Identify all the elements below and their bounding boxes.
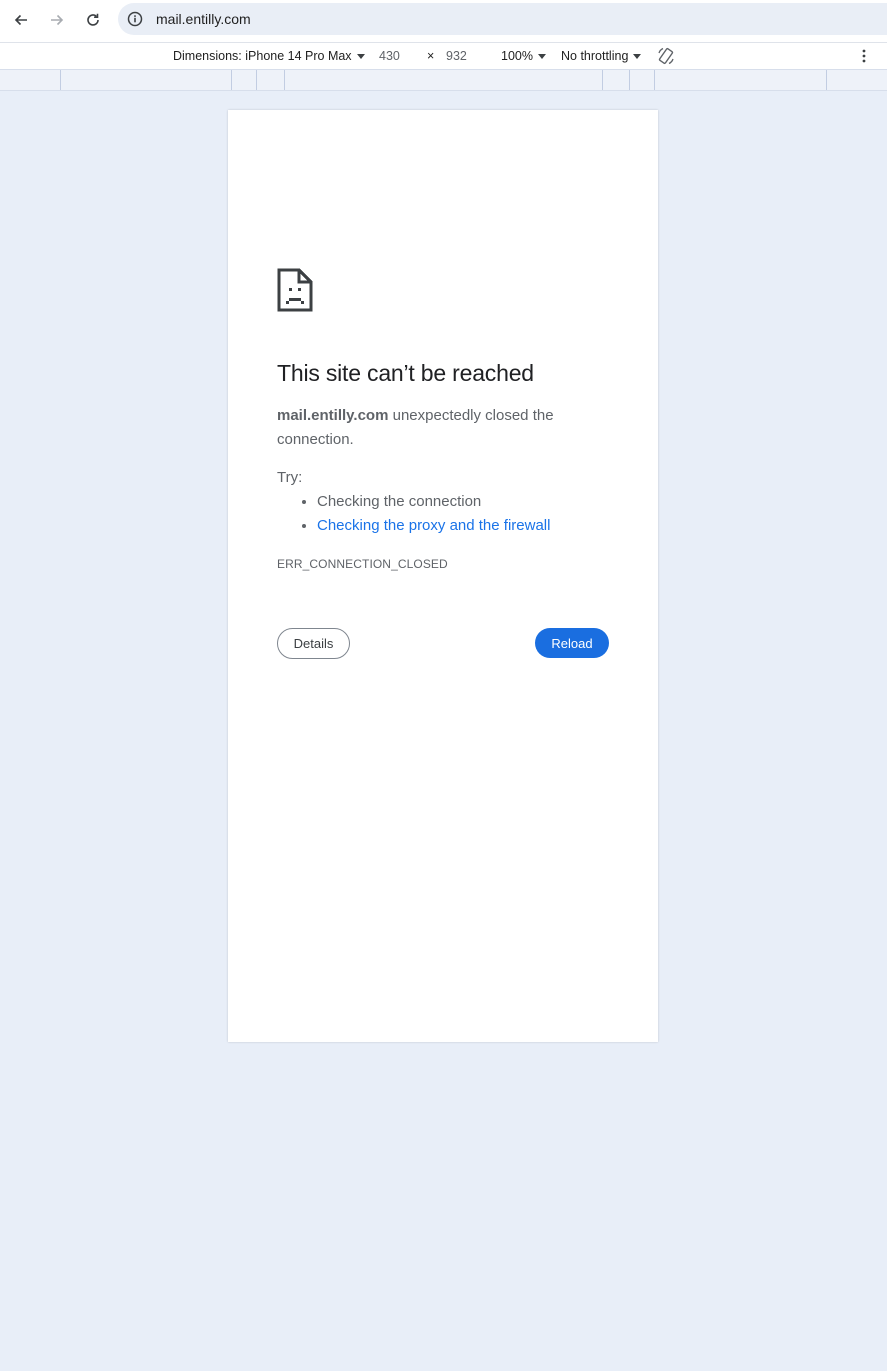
address-url[interactable]: mail.entilly.com: [156, 11, 251, 27]
sad-document-icon: [277, 268, 313, 312]
chevron-down-icon: [633, 54, 642, 60]
browser-toolbar: mail.entilly.com: [0, 0, 887, 43]
back-button[interactable]: [7, 7, 35, 33]
try-label: Try:: [277, 469, 303, 486]
ruler-tick: [231, 70, 232, 90]
device-viewport: This site can’t be reached mail.entilly.…: [228, 110, 658, 1042]
device-toolbar: Dimensions: iPhone 14 Pro Max 430 × 932 …: [0, 43, 887, 69]
chevron-down-icon: [537, 54, 546, 60]
ruler-tick: [284, 70, 285, 90]
chevron-down-icon: [356, 54, 365, 60]
back-arrow-icon: [14, 14, 27, 26]
error-host: mail.entilly.com: [277, 407, 389, 424]
ruler-tick: [629, 70, 630, 90]
suggestion-item: Checking the proxy and the firewall: [317, 514, 550, 538]
suggestion-list: Checking the connection Checking the pro…: [277, 490, 550, 538]
site-info-icon[interactable]: [126, 10, 144, 28]
ruler-tick: [256, 70, 257, 90]
ruler-tick: [60, 70, 61, 90]
address-bar[interactable]: mail.entilly.com: [118, 3, 887, 35]
ruler-tick: [602, 70, 603, 90]
width-input[interactable]: 430: [379, 49, 400, 63]
zoom-label: 100%: [501, 49, 533, 63]
device-select[interactable]: Dimensions: iPhone 14 Pro Max: [173, 49, 365, 63]
rotate-icon[interactable]: [656, 46, 676, 66]
suggestion-item: Checking the connection: [317, 490, 550, 514]
suggestion-proxy-firewall-link[interactable]: Checking the proxy and the firewall: [317, 517, 550, 534]
device-dimensions-label: Dimensions: iPhone 14 Pro Max: [173, 49, 352, 63]
height-input[interactable]: 932: [446, 49, 467, 63]
throttling-select[interactable]: No throttling: [561, 49, 642, 63]
suggestion-check-connection: Checking the connection: [317, 493, 482, 510]
more-options-icon[interactable]: [858, 48, 870, 64]
zoom-select[interactable]: 100%: [501, 49, 546, 63]
forward-arrow-icon: [51, 14, 64, 26]
ruler-tick: [826, 70, 827, 90]
ruler-tick: [654, 70, 655, 90]
error-title: This site can’t be reached: [277, 360, 534, 386]
media-query-bar[interactable]: [0, 69, 887, 91]
throttling-label: No throttling: [561, 49, 629, 63]
reload-page-button[interactable]: [79, 7, 107, 33]
dimension-separator: ×: [427, 49, 435, 63]
forward-button[interactable]: [43, 7, 71, 33]
reload-button[interactable]: Reload: [535, 628, 609, 658]
error-code: ERR_CONNECTION_CLOSED: [277, 557, 448, 571]
error-description: mail.entilly.com unexpectedly closed the…: [277, 404, 607, 452]
details-button[interactable]: Details: [277, 628, 350, 659]
reload-icon: [87, 13, 99, 26]
